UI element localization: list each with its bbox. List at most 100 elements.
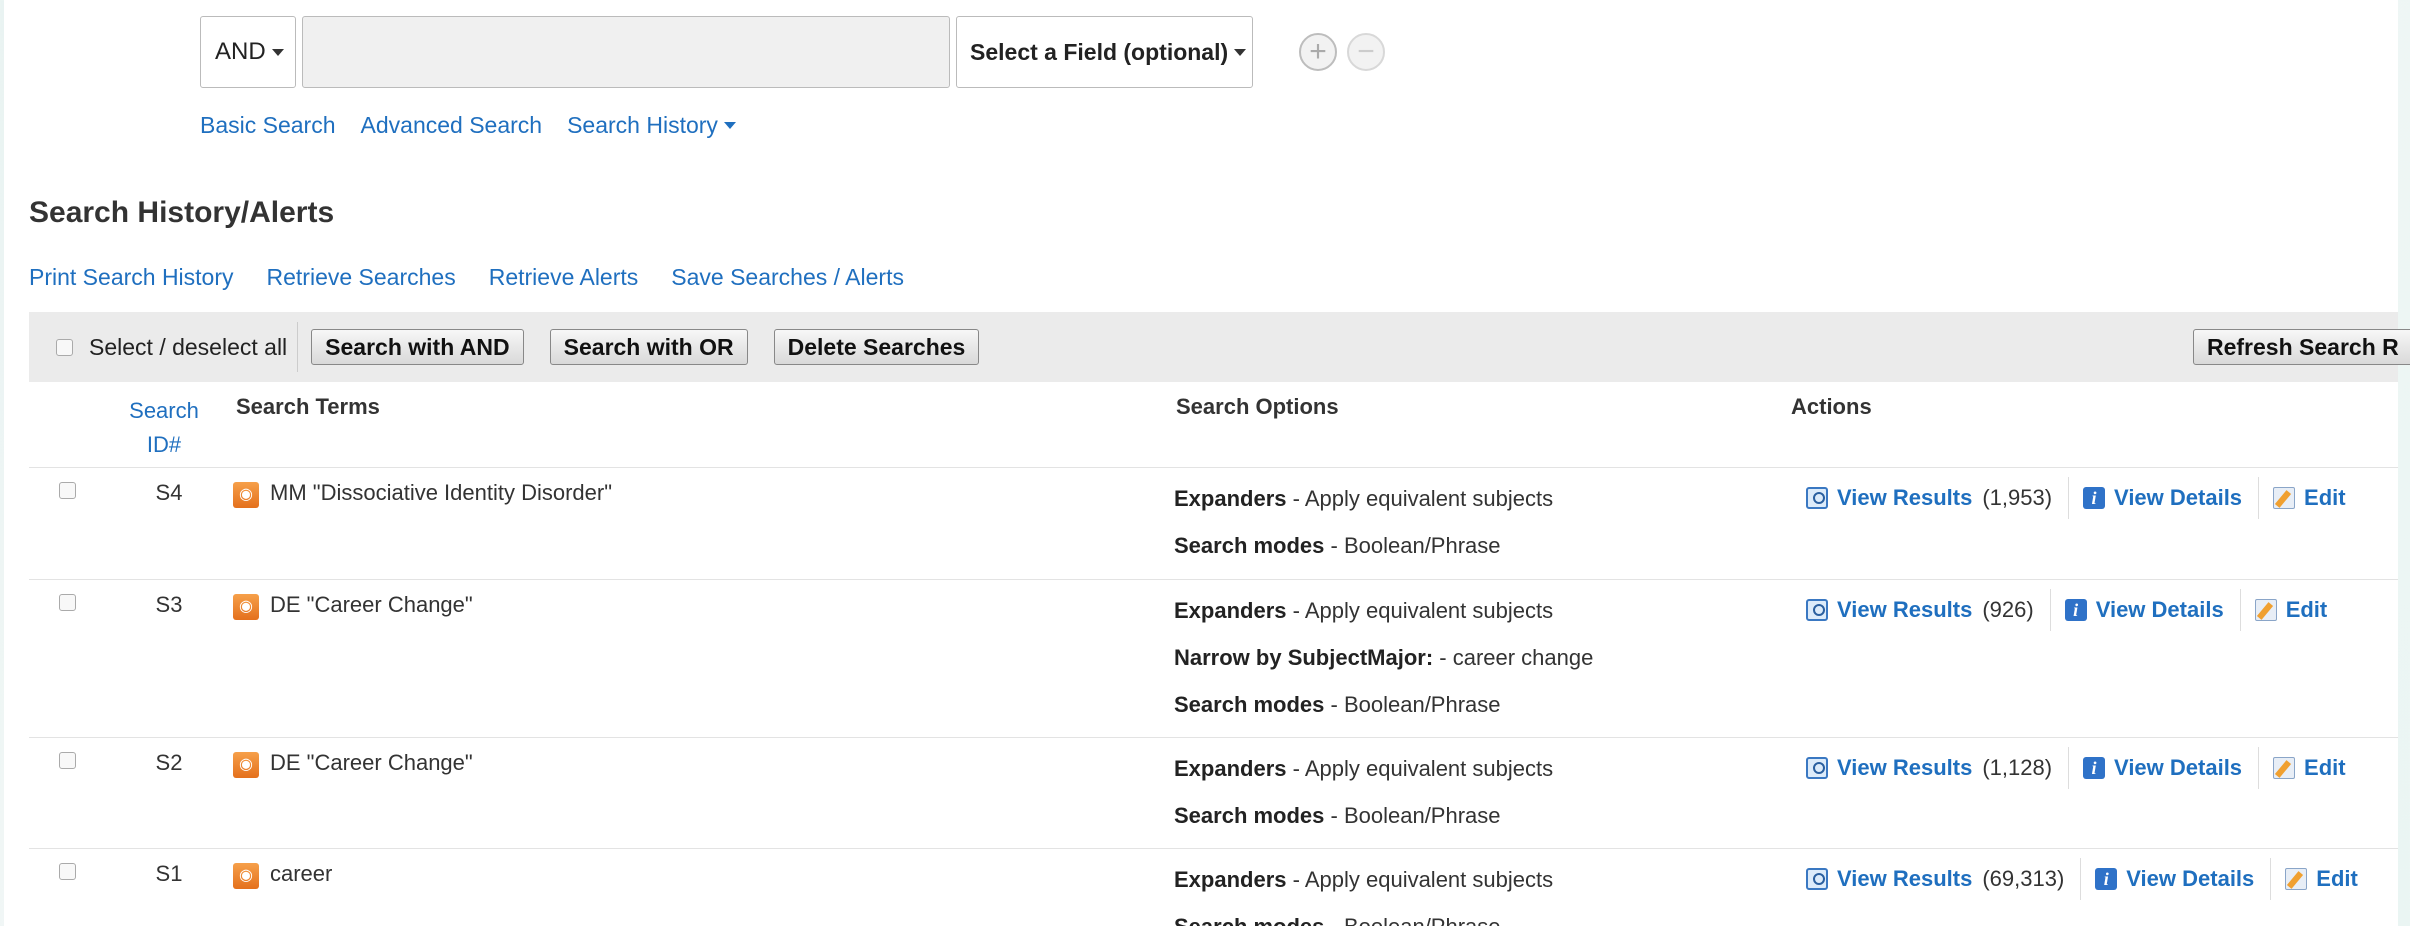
rss-alert-icon[interactable]: ◉ — [233, 863, 259, 889]
minus-icon: − — [1357, 35, 1375, 68]
edit-link[interactable]: Edit — [2285, 866, 2358, 892]
table-row: S1 ◉ career Expanders - Apply equivalent… — [29, 849, 2398, 926]
search-options: Expanders - Apply equivalent subjects Se… — [1174, 486, 1553, 580]
search-bar: AND Select a Field (optional) + − — [200, 16, 1385, 88]
search-option: Expanders - Apply equivalent subjects — [1174, 598, 1554, 623]
delete-searches-button[interactable]: Delete Searches — [773, 329, 980, 365]
toolbar-divider — [297, 322, 299, 372]
search-option: Expanders - Apply equivalent subjects — [1174, 867, 1554, 892]
column-header-search-terms: Search Terms — [236, 394, 380, 419]
boolean-operator-value: AND — [215, 38, 266, 65]
advanced-search-link[interactable]: Advanced Search — [361, 112, 543, 139]
plus-icon: + — [1309, 35, 1327, 68]
info-icon: i — [2083, 757, 2106, 779]
search-id: S1 — [155, 861, 183, 886]
search-with-or-button[interactable]: Search with OR — [549, 329, 748, 365]
view-details-link[interactable]: i View Details — [2083, 755, 2242, 781]
view-details-link[interactable]: i View Details — [2064, 597, 2224, 623]
row-checkbox[interactable] — [59, 752, 76, 769]
view-details-link[interactable]: i View Details — [2083, 485, 2242, 511]
search-options: Expanders - Apply equivalent subjects Se… — [1174, 867, 1553, 926]
remove-row-button[interactable]: − — [1347, 33, 1385, 71]
search-option: Narrow by SubjectMajor: - career change — [1174, 645, 1594, 670]
print-search-history-link[interactable]: Print Search History — [29, 264, 234, 291]
page-title: Search History/Alerts — [29, 196, 335, 229]
action-divider — [2049, 589, 2051, 631]
edit-link[interactable]: Edit — [2254, 597, 2327, 623]
view-results-link[interactable]: View Results — [1806, 485, 1972, 511]
action-divider — [2068, 477, 2070, 519]
search-term: career — [270, 861, 333, 886]
search-input[interactable] — [302, 16, 950, 88]
rss-alert-icon[interactable]: ◉ — [233, 594, 259, 620]
chevron-down-icon — [723, 122, 736, 129]
info-icon: i — [2095, 868, 2118, 890]
view-results-icon — [1806, 868, 1828, 890]
view-results-link[interactable]: View Results — [1806, 755, 1972, 781]
search-option: Expanders - Apply equivalent subjects — [1174, 486, 1554, 511]
select-all-label: Select / deselect all — [89, 333, 288, 360]
search-option: Search modes - Boolean/Phrase — [1174, 914, 1553, 926]
add-row-button[interactable]: + — [1299, 33, 1337, 71]
edit-link[interactable]: Edit — [2273, 485, 2346, 511]
field-select[interactable]: Select a Field (optional) — [956, 16, 1253, 88]
history-toolbar: Select / deselect all Search with AND Se… — [29, 312, 2410, 382]
save-searches-alerts-link[interactable]: Save Searches / Alerts — [671, 264, 904, 291]
table-row: S3 ◉ DE "Career Change" Expanders - Appl… — [29, 580, 2398, 738]
result-count: (926) — [1982, 597, 2034, 622]
view-results-link[interactable]: View Results — [1806, 866, 1972, 892]
search-options: Expanders - Apply equivalent subjects Se… — [1174, 756, 1553, 850]
basic-search-link[interactable]: Basic Search — [200, 112, 336, 139]
chevron-down-icon — [271, 48, 284, 56]
field-select-value: Select a Field (optional) — [970, 38, 1229, 65]
search-option: Search modes - Boolean/Phrase — [1174, 533, 1501, 558]
rss-alert-icon[interactable]: ◉ — [233, 752, 259, 778]
row-actions: View Results (926) i View Details Edit — [1806, 589, 2327, 631]
history-links: Print Search History Retrieve Searches R… — [29, 264, 904, 291]
row-actions: View Results (1,953) i View Details Edit — [1806, 477, 2346, 519]
edit-icon — [2254, 599, 2277, 621]
select-all-control[interactable]: Select / deselect all — [56, 334, 287, 361]
row-checkbox[interactable] — [59, 863, 76, 880]
search-id: S3 — [155, 592, 183, 617]
rss-alert-icon[interactable]: ◉ — [233, 482, 259, 508]
retrieve-searches-link[interactable]: Retrieve Searches — [267, 264, 456, 291]
search-option: Search modes - Boolean/Phrase — [1174, 803, 1501, 828]
info-icon: i — [2064, 599, 2087, 621]
row-checkbox[interactable] — [59, 482, 76, 499]
row-actions: View Results (69,313) i View Details Edit — [1806, 858, 2358, 900]
table-header: Search ID# Search Terms Search Options A… — [29, 382, 2398, 468]
search-id: S2 — [155, 750, 183, 775]
column-header-search-options: Search Options — [1176, 394, 1339, 419]
search-history-link[interactable]: Search History — [567, 112, 736, 139]
view-results-icon — [1806, 757, 1828, 779]
result-count: (69,313) — [1982, 866, 2065, 891]
edit-link[interactable]: Edit — [2273, 755, 2346, 781]
search-id: S4 — [155, 480, 183, 505]
view-details-link[interactable]: i View Details — [2095, 866, 2254, 892]
row-checkbox[interactable] — [59, 594, 76, 611]
view-results-icon — [1806, 487, 1828, 509]
edit-icon — [2273, 487, 2296, 509]
search-option: Expanders - Apply equivalent subjects — [1174, 756, 1554, 781]
search-option: Search modes - Boolean/Phrase — [1174, 692, 1501, 717]
action-divider — [2258, 477, 2260, 519]
column-header-actions: Actions — [1791, 394, 1872, 419]
view-results-icon — [1806, 599, 1828, 621]
retrieve-alerts-link[interactable]: Retrieve Alerts — [489, 264, 639, 291]
refresh-search-results-button[interactable]: Refresh Search R — [2193, 329, 2410, 365]
column-header-search-id[interactable]: Search ID# — [119, 394, 209, 462]
search-with-and-button[interactable]: Search with AND — [311, 329, 524, 365]
action-divider — [2270, 858, 2272, 900]
search-history-label: Search History — [567, 112, 718, 138]
chevron-down-icon — [1234, 48, 1247, 56]
search-term: DE "Career Change" — [270, 750, 473, 775]
result-count: (1,128) — [1982, 755, 2053, 780]
edit-icon — [2285, 868, 2308, 890]
view-results-link[interactable]: View Results — [1806, 597, 1972, 623]
action-divider — [2068, 747, 2070, 789]
search-term: DE "Career Change" — [270, 592, 473, 617]
select-all-checkbox[interactable] — [56, 338, 73, 356]
boolean-operator-select[interactable]: AND — [200, 16, 296, 88]
edit-icon — [2273, 757, 2296, 779]
